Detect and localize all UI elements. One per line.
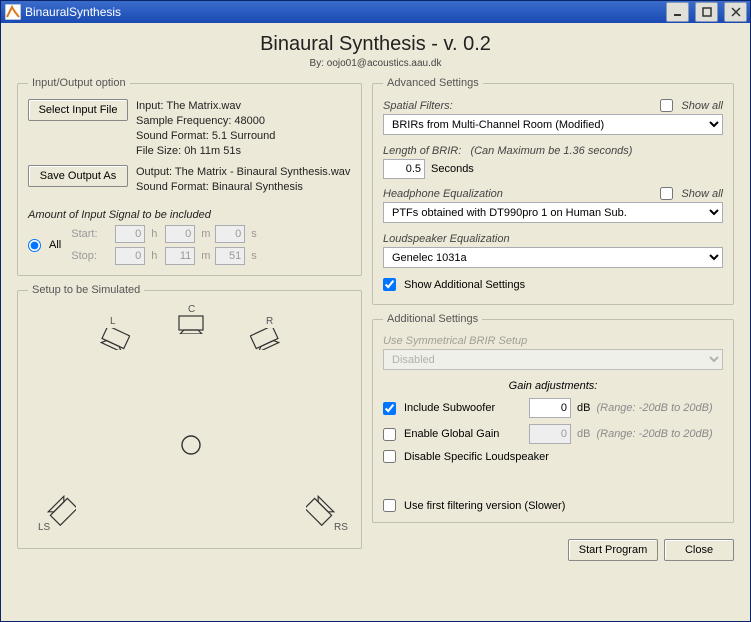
speaker-r-icon [250,328,280,350]
show-additional-check[interactable]: Show Additional Settings [383,278,525,291]
output-info: Output: The Matrix - Binaural Synthesis.… [136,165,350,195]
close-window-button[interactable] [724,2,747,22]
stop-label: Stop: [71,250,111,262]
brir-len-label: Length of BRIR: [383,145,461,157]
start-s-input [215,225,245,243]
input-line: Sound Format: 5.1 Surround [136,129,275,144]
app-window: BinauralSynthesis Binaural Synthesis - v… [0,0,751,622]
global-gain-input [529,424,571,444]
listener-icon [180,434,202,456]
time-grid: Start: h m s Stop: h m [71,225,261,265]
db-label: dB [577,402,590,414]
sym-combo: Disabled [383,349,723,370]
start-label: Start: [71,228,111,240]
speaker-l-icon [100,328,130,350]
adv-legend: Advanced Settings [383,77,483,89]
gain-header: Gain adjustments: [383,380,723,392]
label-rs: RS [334,522,348,533]
disable-spk-check[interactable]: Disable Specific Loudspeaker [383,450,549,463]
footer-buttons: Start Program Close [372,539,734,561]
spatial-combo[interactable]: BRIRs from Multi-Channel Room (Modified) [383,114,723,135]
brir-len-input[interactable] [383,159,425,179]
byline: By: oojo01@acoustics.aau.dk [17,58,734,69]
radio-all-label: All [49,239,61,251]
output-line: Sound Format: Binaural Synthesis [136,180,350,195]
speaker-ls-icon [46,494,76,528]
sim-canvas: C L R LS RS [28,306,351,538]
ls-label: Loudspeaker Equalization [383,233,510,245]
showall-hp[interactable]: Show all [660,187,723,200]
use-first-check[interactable]: Use first filtering version (Slower) [383,499,565,512]
sim-group: Setup to be Simulated C L R [17,284,362,549]
range-label: (Range: -20dB to 20dB) [596,402,712,414]
showall-spatial[interactable]: Show all [660,99,723,112]
client-area: Binaural Synthesis - v. 0.2 By: oojo01@a… [1,23,750,621]
start-h-input [115,225,145,243]
stop-m-input [165,247,195,265]
radio-all-input[interactable] [28,239,41,252]
additional-group: Additional Settings Use Symmetrical BRIR… [372,313,734,523]
hp-label: Headphone Equalization [383,188,503,200]
range-label-2: (Range: -20dB to 20dB) [596,428,712,440]
amount-label: Amount of Input Signal to be included [28,209,351,221]
input-line: File Size: 0h 11m 51s [136,144,275,159]
title-bar: BinauralSynthesis [1,1,750,23]
close-button[interactable]: Close [664,539,734,561]
additional-legend: Additional Settings [383,313,482,325]
spatial-label: Spatial Filters: [383,100,453,112]
minimize-button[interactable] [666,2,689,22]
sub-gain-input[interactable] [529,398,571,418]
include-sub-check[interactable]: Include Subwoofer [383,402,523,415]
seconds-label: Seconds [431,163,474,175]
input-line: Input: The Matrix.wav [136,99,275,114]
adv-group: Advanced Settings Spatial Filters: Show … [372,77,734,305]
stop-h-input [115,247,145,265]
radio-all[interactable]: All [28,239,61,252]
label-r: R [266,316,273,327]
window-title: BinauralSynthesis [25,5,660,19]
speaker-c-icon [176,314,206,334]
matlab-icon [5,4,21,20]
page-title: Binaural Synthesis - v. 0.2 [17,33,734,56]
sym-label: Use Symmetrical BRIR Setup [383,335,723,347]
output-line: Output: The Matrix - Binaural Synthesis.… [136,165,350,180]
maximize-button[interactable] [695,2,718,22]
global-gain-check[interactable]: Enable Global Gain [383,428,523,441]
label-l: L [110,316,116,327]
ls-combo[interactable]: Genelec 1031a [383,247,723,268]
speaker-rs-icon [306,494,336,528]
io-legend: Input/Output option [28,77,130,89]
save-output-button[interactable]: Save Output As [28,165,128,187]
input-line: Sample Frequency: 48000 [136,114,275,129]
sim-legend: Setup to be Simulated [28,284,144,296]
hp-combo[interactable]: PTFs obtained with DT990pro 1 on Human S… [383,202,723,223]
brir-len-hint: (Can Maximum be 1.36 seconds) [470,145,632,157]
input-info: Input: The Matrix.wav Sample Frequency: … [136,99,275,159]
select-input-button[interactable]: Select Input File [28,99,128,121]
io-group: Input/Output option Select Input File In… [17,77,362,276]
db-label-2: dB [577,428,590,440]
start-m-input [165,225,195,243]
start-program-button[interactable]: Start Program [568,539,658,561]
stop-s-input [215,247,245,265]
